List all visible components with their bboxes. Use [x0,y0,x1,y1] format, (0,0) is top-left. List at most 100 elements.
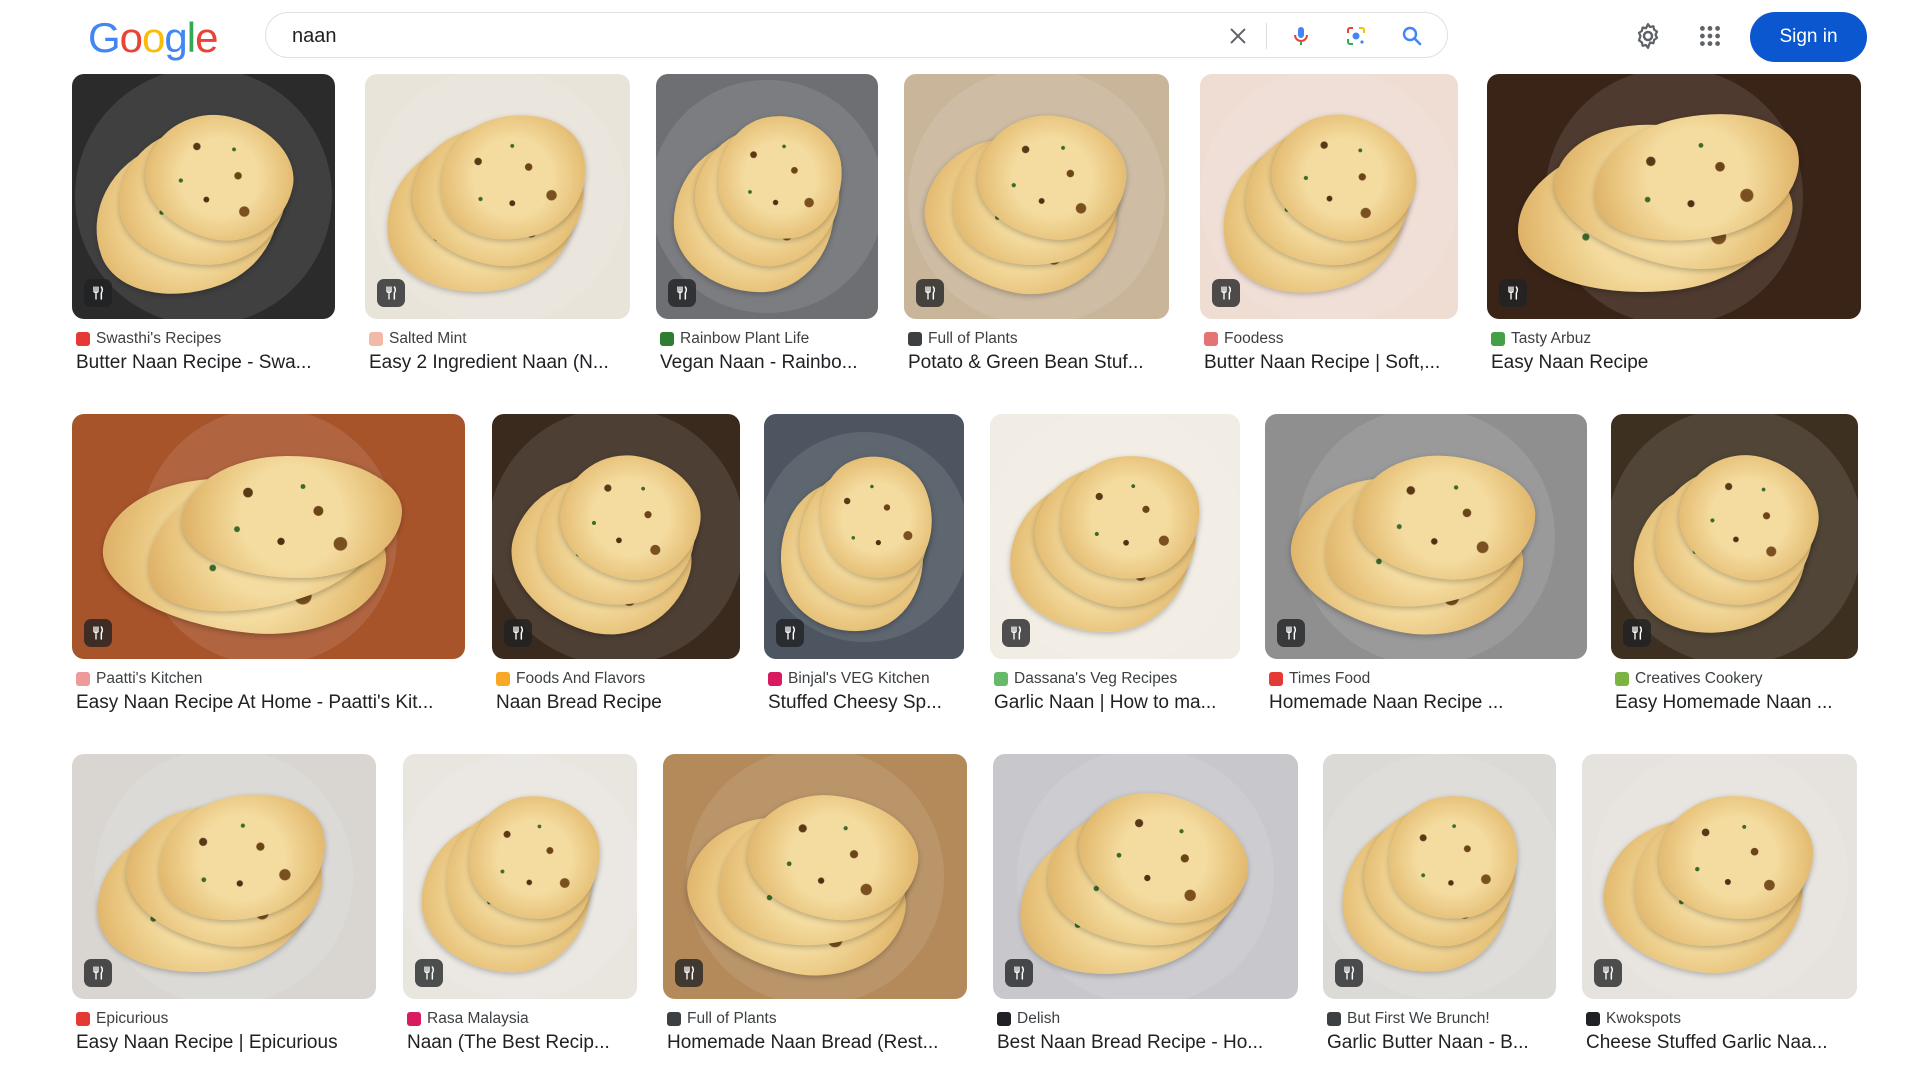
result-source-name: Salted Mint [389,330,467,347]
site-favicon-icon [76,672,90,686]
recipe-utensils-icon [504,619,532,647]
result-thumbnail[interactable] [993,754,1298,999]
site-favicon-icon [369,332,383,346]
result-title[interactable]: Stuffed Cheesy Sp... [768,692,960,714]
result-title[interactable]: Butter Naan Recipe - Swa... [76,352,331,374]
result-thumbnail[interactable] [492,414,740,659]
close-icon[interactable] [1222,20,1254,52]
result-source[interactable]: Foods And Flavors [496,669,736,689]
result-thumbnail[interactable] [1265,414,1587,659]
search-icon[interactable] [1396,20,1428,52]
result-title[interactable]: Homemade Naan Recipe ... [1269,692,1583,714]
result-thumbnail[interactable] [904,74,1169,319]
site-favicon-icon [76,1012,90,1026]
result-source[interactable]: Binjal's VEG Kitchen [768,669,960,689]
result-title[interactable]: Best Naan Bread Recipe - Ho... [997,1032,1294,1054]
result-title[interactable]: Naan (The Best Recip... [407,1032,633,1054]
result-thumbnail[interactable] [1487,74,1861,319]
result-source[interactable]: Kwokspots [1586,1009,1853,1029]
search-bar [265,12,1448,59]
result-source[interactable]: Foodess [1204,329,1454,349]
result-thumbnail[interactable] [365,74,630,319]
result-thumbnail[interactable] [403,754,637,999]
result-source-name: But First We Brunch! [1347,1010,1490,1027]
recipe-utensils-icon [668,279,696,307]
result-source[interactable]: Rainbow Plant Life [660,329,874,349]
recipe-utensils-icon [1212,279,1240,307]
naan-bread-shape [1657,794,1815,920]
result-source[interactable]: Paatti's Kitchen [76,669,461,689]
result-source-name: Swasthi's Recipes [96,330,222,347]
lens-icon[interactable] [1340,20,1372,52]
result-source[interactable]: Epicurious [76,1009,372,1029]
apps-grid-icon[interactable] [1688,14,1732,58]
result-source-name: Full of Plants [687,1010,777,1027]
result-source[interactable]: Swasthi's Recipes [76,329,331,349]
microphone-icon[interactable] [1285,20,1317,52]
result-source-name: Epicurious [96,1010,169,1027]
sign-in-button[interactable]: Sign in [1750,12,1867,62]
result-title[interactable]: Easy 2 Ingredient Naan (N... [369,352,626,374]
result-source[interactable]: Rasa Malaysia [407,1009,633,1029]
result-title[interactable]: Vegan Naan - Rainbo... [660,352,874,374]
result-title[interactable]: Cheese Stuffed Garlic Naa... [1586,1032,1853,1054]
gear-icon[interactable] [1626,14,1670,58]
recipe-utensils-icon [84,619,112,647]
result-thumbnail[interactable] [72,74,335,319]
logo-letter: o [142,14,165,61]
result-thumbnail[interactable] [72,754,376,999]
result-source-name: Foodess [1224,330,1284,347]
result-title[interactable]: Easy Naan Recipe [1491,352,1857,374]
logo-letter: l [186,14,196,61]
result-title[interactable]: Garlic Butter Naan - B... [1327,1032,1552,1054]
result-thumbnail[interactable] [1611,414,1858,659]
result-title[interactable]: Easy Naan Recipe At Home - Paatti's Kit.… [76,692,461,714]
result-source[interactable]: Full of Plants [908,329,1165,349]
result-title[interactable]: Butter Naan Recipe | Soft,... [1204,352,1454,374]
result-source[interactable]: Delish [997,1009,1294,1029]
logo-letter: g [164,14,187,61]
site-favicon-icon [407,1012,421,1026]
result-source[interactable]: Dassana's Veg Recipes [994,669,1236,689]
recipe-utensils-icon [1005,959,1033,987]
result-source-name: Rainbow Plant Life [680,330,810,347]
result-source-name: Binjal's VEG Kitchen [788,670,930,687]
result-title[interactable]: Easy Naan Recipe | Epicurious [76,1032,372,1054]
result-thumbnail[interactable] [990,414,1240,659]
search-input[interactable] [290,13,1194,59]
result-thumbnail[interactable] [764,414,964,659]
result-source[interactable]: Tasty Arbuz [1491,329,1857,349]
site-favicon-icon [1615,672,1629,686]
recipe-utensils-icon [675,959,703,987]
result-title[interactable]: Easy Homemade Naan ... [1615,692,1854,714]
result-source[interactable]: Times Food [1269,669,1583,689]
result-title[interactable]: Garlic Naan | How to ma... [994,692,1236,714]
result-source-name: Dassana's Veg Recipes [1014,670,1178,687]
result-source[interactable]: But First We Brunch! [1327,1009,1552,1029]
google-logo[interactable]: Google [88,14,218,62]
logo-letter: e [195,14,218,61]
result-source-name: Paatti's Kitchen [96,670,203,687]
result-thumbnail[interactable] [1323,754,1556,999]
recipe-utensils-icon [377,279,405,307]
site-favicon-icon [496,672,510,686]
result-thumbnail[interactable] [656,74,878,319]
recipe-utensils-icon [1594,959,1622,987]
result-title[interactable]: Potato & Green Bean Stuf... [908,352,1165,374]
site-favicon-icon [1586,1012,1600,1026]
result-source-name: Times Food [1289,670,1371,687]
result-thumbnail[interactable] [72,414,465,659]
result-source[interactable]: Salted Mint [369,329,626,349]
result-title[interactable]: Homemade Naan Bread (Rest... [667,1032,963,1054]
site-favicon-icon [908,332,922,346]
result-source[interactable]: Creatives Cookery [1615,669,1854,689]
result-source[interactable]: Full of Plants [667,1009,963,1029]
result-thumbnail[interactable] [1582,754,1857,999]
site-favicon-icon [660,332,674,346]
result-title[interactable]: Naan Bread Recipe [496,692,736,714]
site-favicon-icon [667,1012,681,1026]
result-source-name: Kwokspots [1606,1010,1681,1027]
result-thumbnail[interactable] [1200,74,1458,319]
result-thumbnail[interactable] [663,754,967,999]
site-favicon-icon [768,672,782,686]
